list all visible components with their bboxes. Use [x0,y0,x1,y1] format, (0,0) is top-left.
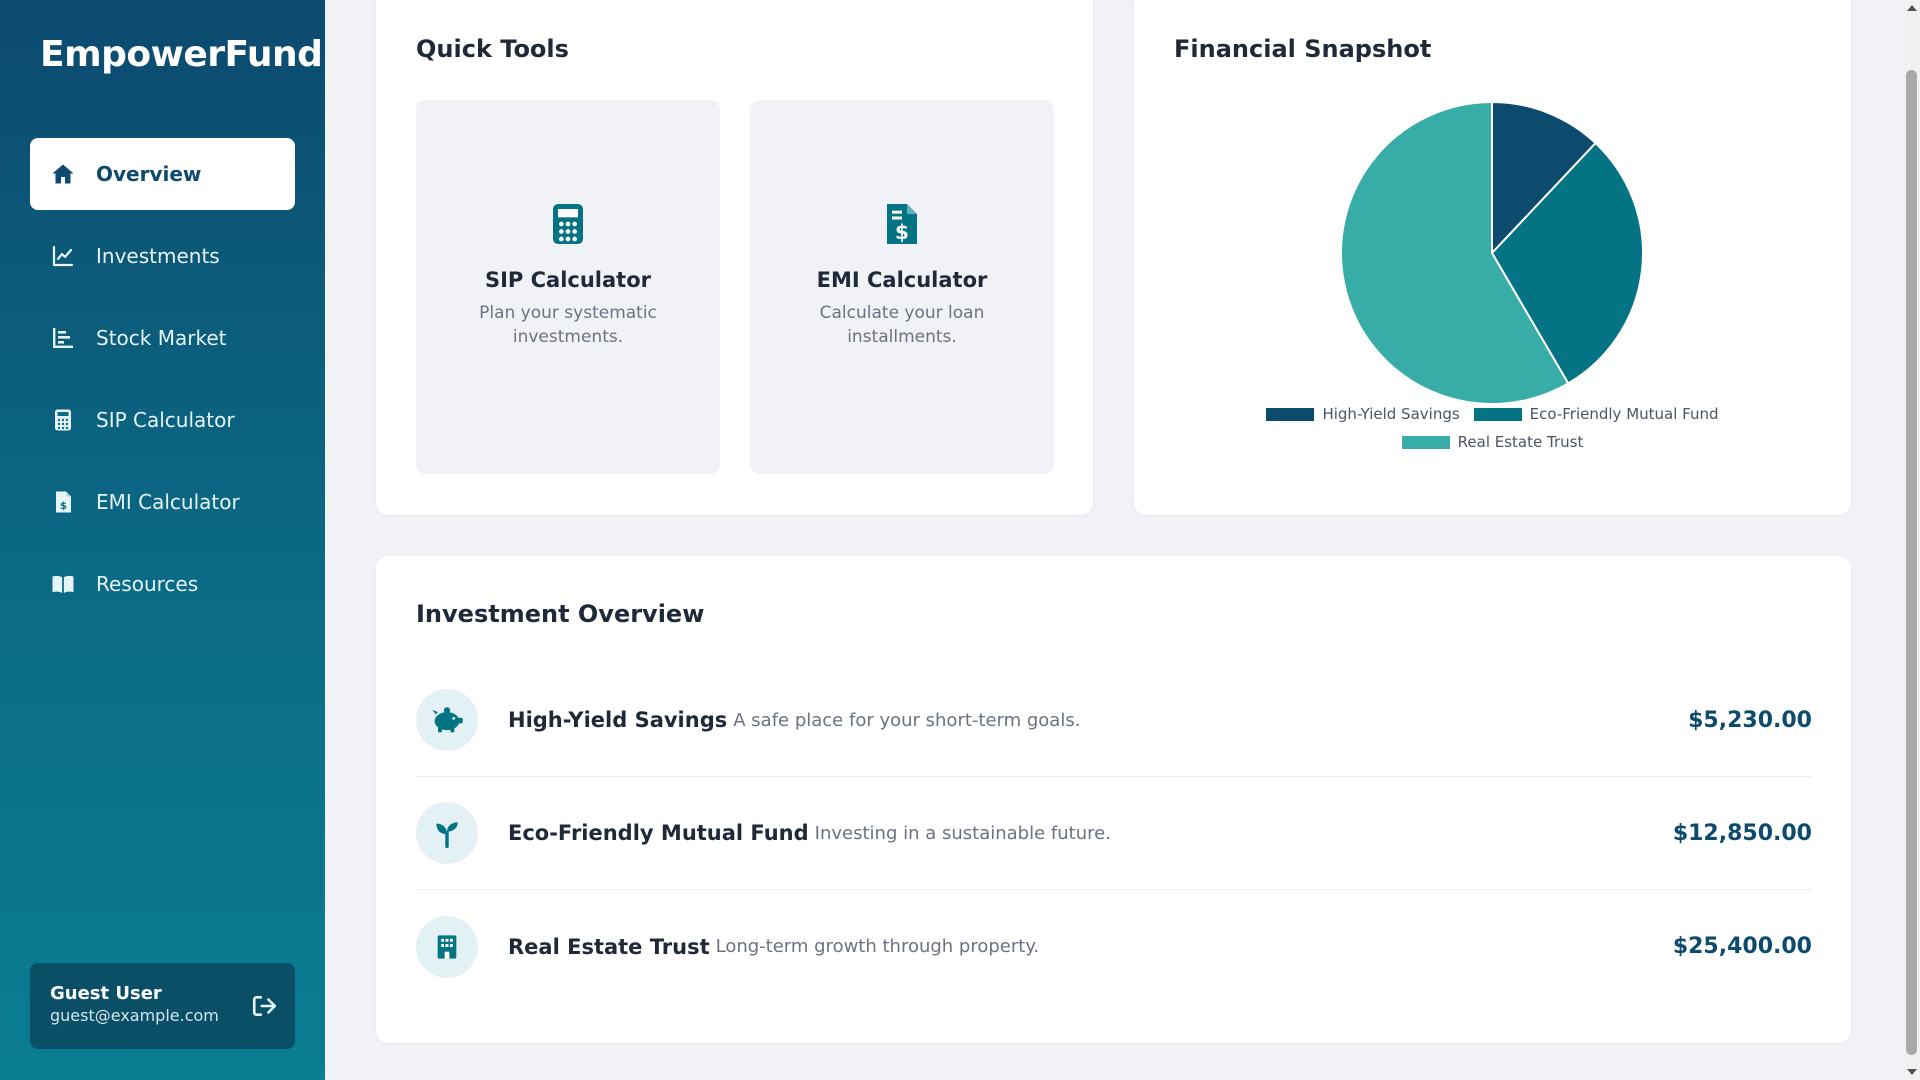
tool-title: EMI Calculator [816,268,988,292]
legend-label: Real Estate Trust [1457,433,1584,451]
scroll-thumb[interactable] [1906,70,1917,1055]
emi-calculator-tool[interactable]: $ EMI Calculator Calculate your loan ins… [750,100,1054,474]
invoice-dollar-icon: $ [50,489,76,515]
list-item[interactable]: Real Estate Trust Long-term growth throu… [416,890,1812,1003]
chart-legend: High-Yield Savings Eco-Friendly Mutual F… [1134,405,1851,423]
user-name: Guest User [50,983,162,1004]
investment-name: Eco-Friendly Mutual Fund [508,821,809,845]
legend-item[interactable]: High-Yield Savings [1266,405,1460,423]
tool-description: Plan your systematic investments. [479,303,657,347]
investment-overview-card: Investment Overview High-Yield Savings A… [376,556,1851,1043]
investment-description: Long-term growth through property. [715,936,1040,957]
bar-chart-icon [50,325,76,351]
legend-label: High-Yield Savings [1322,405,1460,423]
investment-description: Investing in a sustainable future. [814,822,1111,844]
sidebar-item-stock-market[interactable]: Stock Market [30,302,295,374]
sidebar-item-label: SIP Calculator [96,408,235,432]
chart-legend-row-2: Real Estate Trust [1134,433,1851,451]
sidebar-item-overview[interactable]: Overview [30,138,295,210]
sidebar-item-label: Stock Market [96,326,227,350]
legend-label: Eco-Friendly Mutual Fund [1529,405,1719,423]
calculator-icon [548,202,588,246]
legend-item[interactable]: Real Estate Trust [1401,433,1584,451]
investment-amount: $25,400.00 [1672,934,1812,959]
investment-name: High-Yield Savings [508,708,728,732]
invoice-dollar-icon: $ [882,202,922,246]
sidebar-item-label: Overview [96,162,202,186]
book-open-icon [50,571,76,597]
investment-name: Real Estate Trust [508,934,710,959]
building-icon [416,915,478,978]
user-card: Guest User guest@example.com [30,963,295,1049]
svg-text:$: $ [60,501,67,512]
investment-amount: $5,230.00 [1688,707,1812,733]
sidebar-item-label: EMI Calculator [96,490,240,514]
sidebar-item-label: Resources [96,572,199,596]
quick-tools-card: Quick Tools SIP Calculator Plan your sys… [376,0,1093,515]
piggy-bank-icon [416,689,478,751]
investment-description: A safe place for your short-term goals. [733,709,1081,731]
legend-item[interactable]: Eco-Friendly Mutual Fund [1473,405,1719,423]
sidebar-item-label: Investments [96,244,220,268]
svg-text:$: $ [895,220,909,244]
sidebar-item-sip-calculator[interactable]: SIP Calculator [30,384,295,456]
sidebar-item-emi-calculator[interactable]: $ EMI Calculator [30,466,295,538]
financial-snapshot-card: Financial Snapshot High-Yield Savings Ec… [1134,0,1851,515]
sidebar-item-investments[interactable]: Investments [30,220,295,292]
quick-tools-title: Quick Tools [416,35,569,63]
snapshot-title: Financial Snapshot [1174,35,1432,63]
scroll-down-arrow[interactable] [1907,1069,1917,1075]
tool-title: SIP Calculator [484,268,651,292]
list-item[interactable]: Eco-Friendly Mutual Fund Investing in a … [416,777,1812,890]
sidebar-item-resources[interactable]: Resources [30,548,295,620]
legend-swatch [1401,435,1450,449]
logout-icon[interactable] [251,993,277,1019]
legend-swatch [1473,407,1522,421]
user-email: guest@example.com [50,1006,219,1025]
brand-logo[interactable]: EmpowerFund [40,34,323,75]
sip-calculator-tool[interactable]: SIP Calculator Plan your systematic inve… [416,100,720,474]
overview-title: Investment Overview [416,600,705,628]
sidebar-nav: Overview Investments Stock Market SIP Ca… [30,138,295,630]
legend-swatch [1266,407,1315,421]
sidebar: EmpowerFund Overview Investments Stock M… [0,0,325,1080]
calculator-icon [50,407,76,433]
investment-amount: $12,850.00 [1672,820,1812,846]
line-chart-icon [50,243,76,269]
seedling-icon [416,802,478,864]
tool-description: Calculate your loan installments. [819,303,985,347]
scroll-up-arrow[interactable] [1907,5,1917,11]
home-icon [50,161,76,187]
page-scrollbar[interactable] [1903,0,1920,1080]
list-item[interactable]: High-Yield Savings A safe place for your… [416,664,1812,777]
